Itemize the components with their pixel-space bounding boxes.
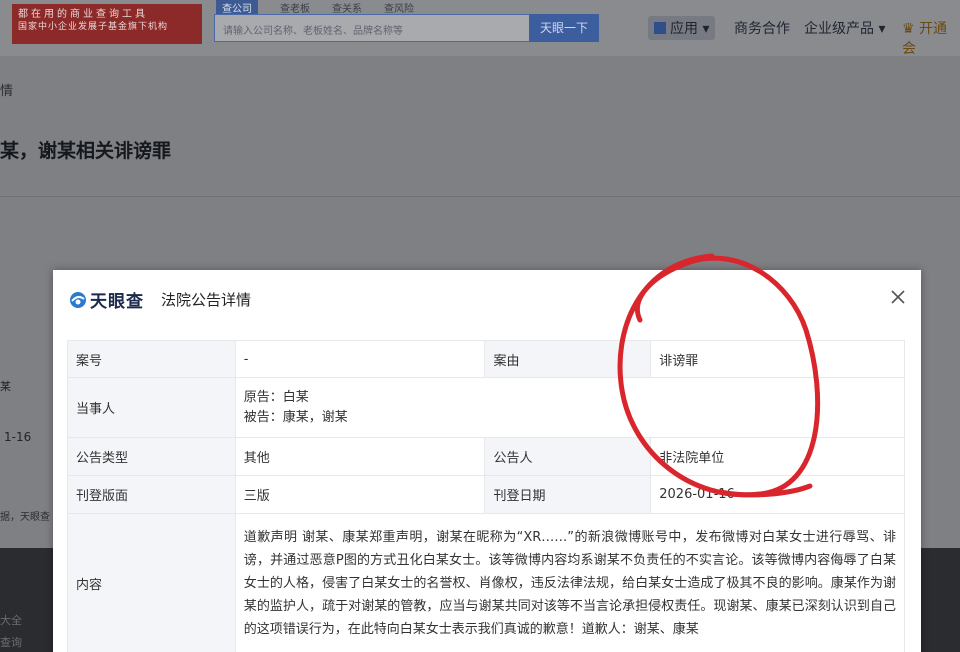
tab-boss[interactable]: 查老板 xyxy=(280,0,310,15)
tab-company[interactable]: 查公司 xyxy=(216,0,258,15)
nav-business-cooperation[interactable]: 商务合作 xyxy=(734,18,790,38)
defendant: 被告：康某，谢某 xyxy=(243,409,348,425)
publication-page-label: 刊登版面 xyxy=(67,475,236,514)
brand-logo: 天眼查 xyxy=(69,287,144,312)
breadcrumb: 情 xyxy=(0,84,14,99)
announcement-detail-table: 案号 - 案由 诽谤罪 当事人 原告：白某 被告：康某，谢某 公告类型 其他 公… xyxy=(67,340,906,652)
plaintiff: 原告：白某 xyxy=(243,389,309,405)
tab-relations[interactable]: 查关系 xyxy=(332,0,362,15)
table-row: 刊登版面 三版 刊登日期 2026-01-16 xyxy=(67,475,905,514)
nav-enterprise-products[interactable]: 企业级产品 ▾ xyxy=(804,18,885,38)
top-navigation-bar: 都在用的商业查询工具 国家中小企业发展子基金旗下机构 查公司 查老板 查关系 查… xyxy=(0,0,960,58)
footer-link[interactable]: 查询 xyxy=(0,634,22,650)
parties-value: 原告：白某 被告：康某，谢某 xyxy=(234,377,906,438)
table-row: 当事人 原告：白某 被告：康某，谢某 xyxy=(67,377,906,438)
apology-statement: 道歉声明 谢某、康某郑重声明，谢某在昵称为“XR……”的新浪微博账号中，发布微博… xyxy=(243,530,896,637)
apps-grid-icon xyxy=(654,22,666,34)
divider xyxy=(0,196,960,197)
content-cell: 道歉声明 谢某、康某郑重声明，谢某在昵称为“XR……”的新浪微博账号中，发布微博… xyxy=(234,513,906,652)
case-cause-value: 诽谤罪 xyxy=(650,340,905,378)
logo-slogan: 都在用的商业查询工具 xyxy=(18,9,148,20)
nav-vip[interactable]: ♛ 开通会 xyxy=(902,18,960,58)
announcement-type-value: 其他 xyxy=(234,437,486,476)
search-button[interactable]: 天眼一下 xyxy=(529,14,599,42)
dialog-title: 法院公告详情 xyxy=(161,291,252,309)
publication-page-value: 三版 xyxy=(234,475,486,514)
publication-date-value: 2026-01-16 xyxy=(650,475,905,514)
logo-subtitle: 国家中小企业发展子基金旗下机构 xyxy=(18,22,169,32)
crown-icon: ♛ xyxy=(902,21,915,37)
dialog-header: 天眼查 法院公告详情 xyxy=(53,270,921,326)
case-number-value: - xyxy=(234,340,486,378)
content-label: 内容 xyxy=(67,513,236,652)
side-text: 某 xyxy=(0,380,11,393)
search-input[interactable]: 请输入公司名称、老板姓名、品牌名称等 xyxy=(214,14,530,42)
case-number-label: 案号 xyxy=(67,340,236,378)
table-row: 案号 - 案由 诽谤罪 xyxy=(67,340,905,378)
tab-risk[interactable]: 查风险 xyxy=(384,0,414,15)
brand-name: 天眼查 xyxy=(90,292,144,312)
site-logo-banner[interactable]: 都在用的商业查询工具 国家中小企业发展子基金旗下机构 xyxy=(12,4,202,44)
publication-date-label: 刊登日期 xyxy=(484,475,652,514)
announcement-type-label: 公告类型 xyxy=(67,437,236,476)
parties-label: 当事人 xyxy=(67,377,236,438)
nav-apps-menu[interactable]: 应用 ▾ xyxy=(648,16,716,40)
close-icon[interactable] xyxy=(889,288,907,306)
case-cause-label: 案由 xyxy=(484,340,652,378)
nav-products-label: 企业级产品 xyxy=(804,21,874,37)
announcer-value: 非法院单位 xyxy=(650,437,905,476)
nav-apps-label: 应用 xyxy=(670,21,698,37)
tianyancha-logo-icon xyxy=(70,291,86,308)
page-title: 某，谢某相关诽谤罪 xyxy=(0,140,172,162)
court-announcement-dialog: 天眼查 法院公告详情 案号 - 案由 诽谤罪 当事人 原告：白某 被告：康某，谢… xyxy=(53,270,921,652)
footer-link[interactable]: 大全 xyxy=(0,612,22,628)
table-row: 公告类型 其他 公告人 非法院单位 xyxy=(67,437,905,476)
table-row: 内容 道歉声明 谢某、康某郑重声明，谢某在昵称为“XR……”的新浪微博账号中，发… xyxy=(67,513,906,652)
search-tabs: 查公司 查老板 查关系 查风险 xyxy=(216,0,414,15)
announcer-label: 公告人 xyxy=(484,437,652,476)
side-source: 据，天眼查 xyxy=(0,512,50,523)
side-date: 1-16 xyxy=(4,430,32,444)
